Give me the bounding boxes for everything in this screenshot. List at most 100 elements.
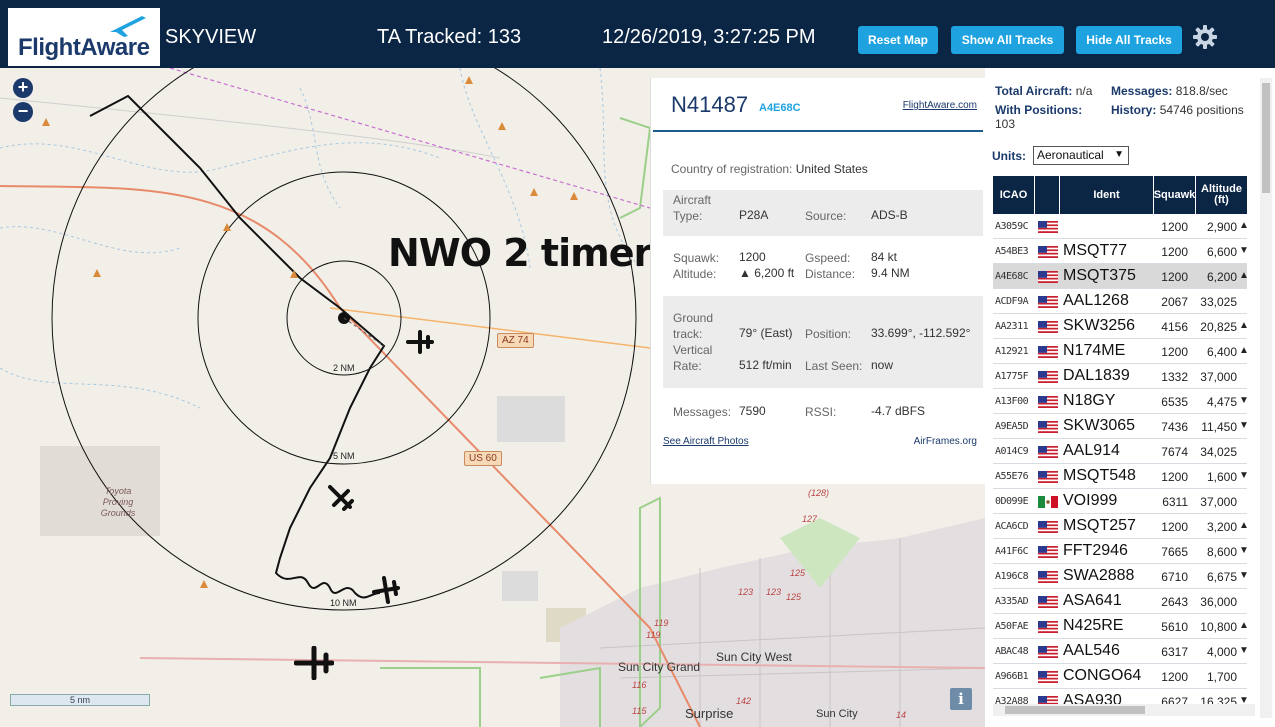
road-shield-az74: AZ 74 [497,333,534,348]
table-row[interactable]: A3059C 1200 2,900 ▲ [993,214,1249,239]
route-label: 116 [632,680,647,690]
show-all-tracks-button[interactable]: Show All Tracks [951,26,1064,54]
table-row[interactable]: ACDF9A AAL1268 2067 33,025 [993,289,1247,314]
cell-squawk: 1200 [1161,345,1188,359]
table-row[interactable]: A966B1 CONGO64 1200 1,700 [993,664,1247,689]
scale-label: 5 nm [70,695,91,705]
airplane-icon-selected[interactable] [406,330,434,354]
stat-messages: Messages: 818.8/sec [1111,84,1228,98]
table-row[interactable]: A014C9 AAL914 7674 34,025 [993,439,1247,464]
us-flag-icon [1038,670,1058,683]
cell-squawk: 6317 [1161,645,1188,659]
vertical-scroll-thumb[interactable] [1262,83,1270,193]
table-row[interactable]: A335AD ASA641 2643 36,000 [993,589,1247,614]
cell-squawk: 1200 [1161,470,1188,484]
info-icon[interactable]: i [950,688,972,710]
table-row[interactable]: 0D099E VOI999 6311 37,000 [993,489,1247,514]
us-flag-icon [1038,545,1058,558]
hide-all-tracks-button[interactable]: Hide All Tracks [1076,26,1182,54]
place-label-surprise: Surprise [685,706,734,721]
cell-ident: DAL1839 [1063,367,1130,384]
table-row[interactable]: A4E68C MSQT375 1200 6,200 ▲ [993,264,1249,289]
table-row[interactable]: A54BE3 MSQT77 1200 6,600 ▼ [993,239,1249,264]
table-row[interactable]: A196C8 SWA2888 6710 6,675 ▼ [993,564,1249,589]
table-row[interactable]: A55E76 MSQT548 1200 1,600 ▼ [993,464,1249,489]
cell-trend: ▼ [1239,645,1249,656]
chevron-down-icon: ▼ [1114,149,1124,160]
table-row[interactable]: A1775F DAL1839 1332 37,000 [993,364,1247,389]
us-flag-icon [1038,645,1058,658]
us-flag-icon [1038,270,1058,283]
zoom-in-button[interactable]: + [13,78,33,98]
cell-icao: A54BE3 [995,246,1029,257]
history-label: History: [1111,103,1157,117]
place-label-sun-city: Sun City [816,708,858,720]
flightaware-link[interactable]: FlightAware.com [903,100,977,111]
cell-ident: FFT2946 [1063,542,1128,559]
distance-label: Distance: [805,267,856,281]
cell-trend: ▼ [1239,570,1249,581]
aircraft-photos-link[interactable]: See Aircraft Photos [663,436,749,447]
table-row[interactable]: A9EA5D SKW3065 7436 11,450 ▼ [993,414,1249,439]
vertical-rate-value: 512 ft/min [739,358,792,372]
cell-altitude: 37,000 [1200,495,1237,509]
table-row[interactable]: ACA6CD MSQT257 1200 3,200 ▲ [993,514,1249,539]
popup-divider [653,130,983,132]
map-annotation: NWO 2 timer [388,231,652,275]
route-label: 119 [646,630,661,640]
us-flag-icon [1038,320,1058,333]
stat-total: Total Aircraft: n/a [995,84,1092,98]
cell-squawk: 1200 [1161,220,1188,234]
airplane-icon[interactable] [294,646,334,680]
col-altitude[interactable]: Altitude (ft) [1196,176,1247,214]
cell-squawk: 1200 [1161,270,1188,284]
zoom-out-button[interactable]: − [13,102,33,122]
route-label: 123 [738,587,754,597]
table-header: ICAO Ident Squawk Altitude (ft) [993,176,1247,214]
airplane-icon[interactable] [372,576,400,604]
ground-track-value: 79° (East) [739,326,793,340]
logo-text: FlightAware [18,34,150,61]
col-squawk[interactable]: Squawk [1154,176,1196,214]
mexico-flag-icon [1038,495,1058,508]
airplane-icon[interactable] [326,483,354,511]
top-bar: FlightAware SKYVIEW TA Tracked: 133 12/2… [0,0,1275,68]
total-value: n/a [1075,84,1093,98]
cell-icao: A1775F [995,371,1029,382]
table-row[interactable]: A41F6C FFT2946 7665 8,600 ▼ [993,539,1249,564]
popup-hex: A4E68C [759,102,801,114]
cell-altitude: 6,400 [1206,345,1237,359]
cell-trend: ▲ [1239,320,1249,331]
table-row[interactable]: A13F00 N18GY 6535 4,475 ▼ [993,389,1249,414]
horizontal-scroll-thumb[interactable] [1005,706,1145,714]
reset-map-button[interactable]: Reset Map [858,26,938,54]
altitude-value: ▲ 6,200 ft [739,266,795,280]
ring-label-5nm: 5 NM [333,451,355,461]
col-ident[interactable]: Ident [1060,176,1154,214]
col-flag[interactable] [1035,176,1060,214]
cell-trend: ▲ [1239,345,1249,356]
cell-altitude: 4,000 [1206,645,1237,659]
route-label: 14 [896,710,907,720]
col-icao[interactable]: ICAO [993,176,1035,214]
table-row[interactable]: A50FAE N425RE 5610 10,800 ▲ [993,614,1249,639]
gear-icon[interactable] [1192,24,1218,50]
flightaware-logo[interactable]: FlightAware [8,8,160,66]
cell-squawk: 7436 [1161,420,1188,434]
cell-ident: N174ME [1063,342,1126,359]
squawk-label: Squawk: [673,251,720,265]
route-label: 119 [654,618,669,628]
cell-altitude: 8,600 [1206,545,1237,559]
table-row[interactable]: ABAC48 AAL546 6317 4,000 ▼ [993,639,1249,664]
popup-registration: N41487 [671,92,749,117]
ground-track-label: Ground track: [673,311,714,341]
us-flag-icon [1038,395,1058,408]
table-row[interactable]: AA2311 SKW3256 4156 20,825 ▲ [993,314,1249,339]
units-select[interactable]: Aeronautical ▼ [1033,146,1129,165]
popup-block-track: Ground track: 79° (East) Position: 33.69… [663,296,983,388]
us-flag-icon [1038,370,1058,383]
place-label-sun-city-west: Sun City West [716,650,792,664]
table-row[interactable]: A12921 N174ME 1200 6,400 ▲ [993,339,1249,364]
airframes-link[interactable]: AirFrames.org [914,436,977,447]
us-flag-icon [1038,245,1058,258]
